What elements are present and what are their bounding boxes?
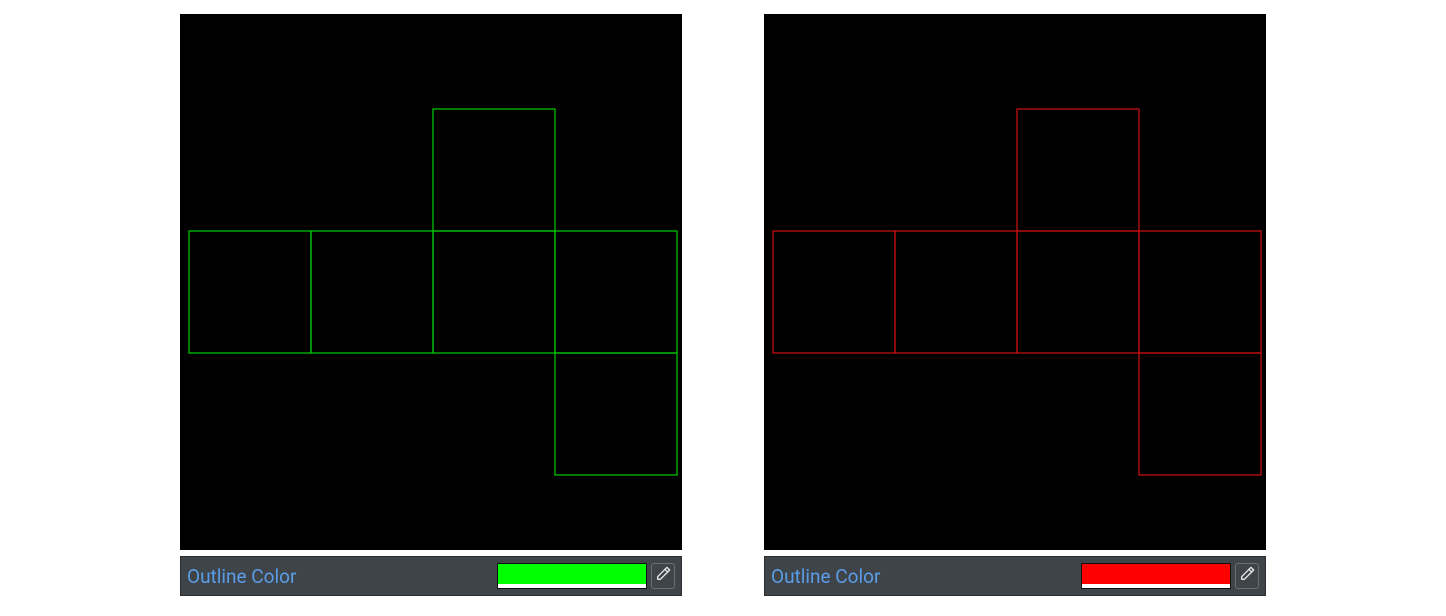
outline-color-swatch-right[interactable]	[1081, 563, 1231, 589]
canvas-left[interactable]	[180, 14, 682, 550]
outline-color-label: Outline Color	[771, 565, 1081, 588]
eyedropper-button-right[interactable]	[1235, 563, 1259, 589]
eyedropper-icon	[1239, 566, 1255, 586]
eyedropper-icon	[655, 566, 671, 586]
outline-color-label: Outline Color	[187, 565, 497, 588]
outline-color-row-right: Outline Color	[764, 556, 1266, 596]
canvas-right[interactable]	[764, 14, 1266, 550]
outline-color-swatch-left[interactable]	[497, 563, 647, 589]
cube-net-left	[180, 14, 682, 550]
panel-right: Outline Color	[764, 14, 1266, 596]
panel-left: Outline Color	[180, 14, 682, 596]
outline-color-row-left: Outline Color	[180, 556, 682, 596]
cube-net-right	[764, 14, 1266, 550]
eyedropper-button-left[interactable]	[651, 563, 675, 589]
